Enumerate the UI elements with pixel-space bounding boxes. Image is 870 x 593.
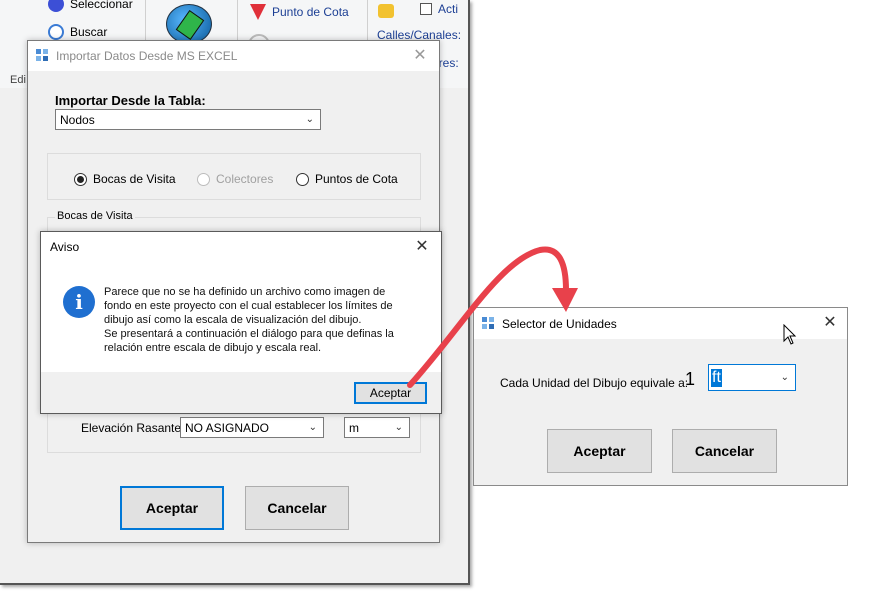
arrow-head-icon — [552, 288, 578, 312]
arrow-path — [407, 246, 569, 388]
annotation-arrow — [407, 246, 578, 388]
